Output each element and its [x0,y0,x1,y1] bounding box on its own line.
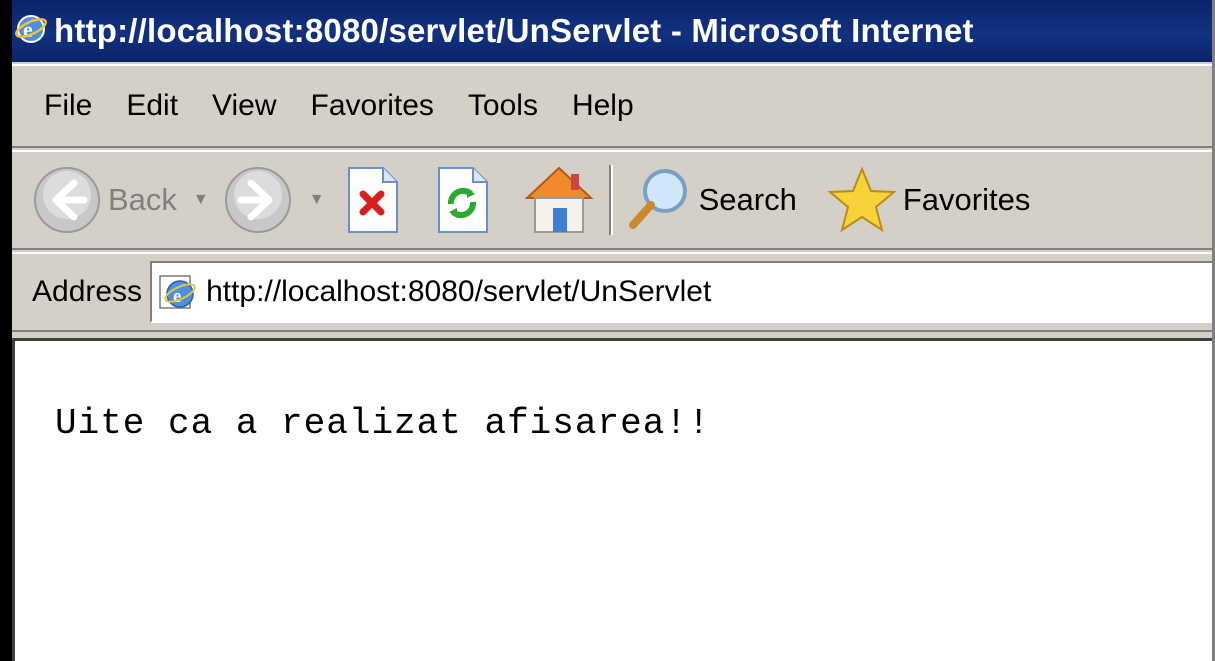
back-button[interactable]: Back [32,165,177,235]
page-ie-icon: e [158,272,198,312]
menu-tools[interactable]: Tools [468,89,538,123]
title-bar[interactable]: e http://localhost:8080/servlet/UnServle… [12,0,1215,62]
menu-edit[interactable]: Edit [126,89,178,123]
address-bar: Address e http://localhost:8080/servlet/… [12,252,1215,332]
menu-favorites[interactable]: Favorites [311,89,434,123]
home-button[interactable] [519,160,599,240]
forward-button[interactable] [223,165,293,235]
menu-help[interactable]: Help [572,89,634,123]
address-input[interactable]: e http://localhost:8080/servlet/UnServle… [150,261,1215,323]
search-label: Search [698,182,797,217]
search-button[interactable]: Search [623,165,797,235]
toolbar-separator [608,165,613,235]
stop-icon [347,167,398,233]
menu-bar: File Edit View Favorites Tools Help [12,64,1215,148]
browser-window: e http://localhost:8080/servlet/UnServle… [12,0,1215,661]
refresh-button[interactable] [433,164,493,236]
back-arrow-icon [34,167,100,233]
page-text: Uite ca a realizat afisarea!! [55,403,711,444]
refresh-icon [437,167,488,233]
stop-button[interactable] [343,164,403,236]
address-url: http://localhost:8080/servlet/UnServlet [206,275,712,308]
toolbar: Back ▼ ▼ Search Favorites [12,150,1215,250]
favorites-button[interactable]: Favorites [827,165,1030,235]
forward-dropdown-icon[interactable]: ▼ [309,191,325,209]
search-magnifier-icon [628,169,687,229]
menu-view[interactable]: View [212,89,276,123]
favorites-label: Favorites [902,182,1031,217]
favorites-star-icon [827,166,897,233]
address-label: Address [32,275,143,308]
back-dropdown-icon[interactable]: ▼ [193,191,209,209]
ie-logo-icon: e [14,12,48,51]
page-content: Uite ca a realizat afisarea!! [12,338,1215,661]
forward-arrow-icon [224,167,291,233]
menu-file[interactable]: File [44,89,92,123]
back-label: Back [108,182,177,217]
home-icon [524,166,594,233]
window-title: http://localhost:8080/servlet/UnServlet … [54,12,974,49]
